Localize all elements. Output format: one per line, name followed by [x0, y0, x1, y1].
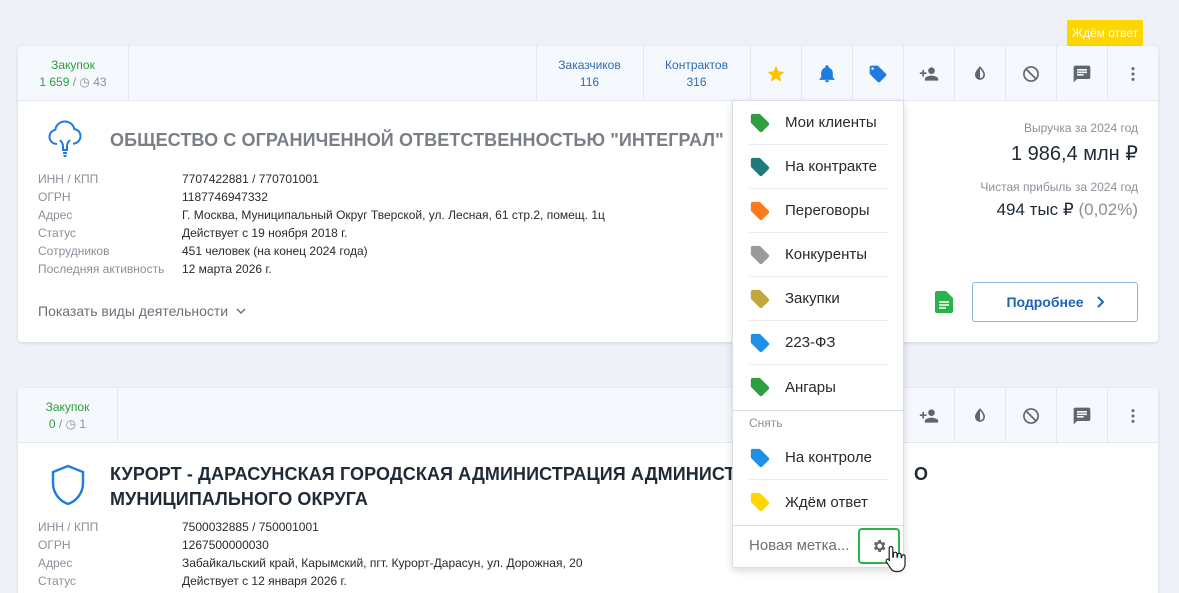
- info-row: Статус Действует с 19 ноября 2018 г.: [38, 226, 348, 240]
- star-icon: [767, 65, 785, 82]
- purchases-stat[interactable]: Закупок 1 659 / ◷ 43: [18, 46, 128, 101]
- company-card-integral: Закупок 1 659 / ◷ 43 Заказчиков 116 Конт…: [18, 46, 1158, 342]
- info-row: Последняя активность 12 марта 2026 г.: [38, 262, 272, 276]
- tag-item-waiting-reply[interactable]: Ждём ответ: [749, 480, 889, 524]
- customers-label: Заказчиков: [558, 57, 621, 72]
- show-activities-toggle[interactable]: Показать виды деятельности: [38, 303, 246, 319]
- comment-button[interactable]: [1056, 388, 1107, 443]
- tags-button[interactable]: [852, 46, 903, 101]
- tag-icon: [750, 289, 770, 308]
- favorite-button[interactable]: [750, 46, 801, 101]
- profit-value: 494 тыс ₽: [996, 200, 1074, 219]
- person-add-icon: [919, 66, 939, 81]
- lightbulb-cloud-icon: [48, 118, 82, 169]
- tag-dropdown-menu: Мои клиенты На контракте Переговоры Конк…: [732, 100, 904, 568]
- chevron-right-icon: [1096, 296, 1104, 308]
- tag-item-my-clients[interactable]: Мои клиенты: [749, 101, 889, 145]
- info-row: ОГРН 1187746947332: [38, 190, 268, 204]
- more-menu-button[interactable]: [1107, 388, 1158, 443]
- contracts-label: Контрактов: [665, 57, 728, 72]
- status-badge-waiting: Ждём ответ: [1067, 20, 1143, 46]
- add-person-button[interactable]: [903, 46, 954, 101]
- contracts-value: 316: [686, 74, 707, 89]
- more-vert-icon: [1131, 66, 1135, 81]
- company-title[interactable]: ОБЩЕСТВО С ОГРАНИЧЕННОЙ ОТВЕТСТВЕННОСТЬЮ…: [110, 128, 724, 153]
- customers-value: 116: [579, 74, 600, 89]
- purchases-label: Закупок: [51, 57, 95, 72]
- notifications-button[interactable]: [801, 46, 852, 101]
- tag-icon: [750, 113, 770, 132]
- purchases-value: 1 659: [39, 74, 70, 89]
- new-tag-link[interactable]: Новая метка...: [749, 537, 849, 554]
- info-row: Адрес Забайкальский край, Карымский, пгт.…: [38, 556, 583, 570]
- tag-icon: [750, 492, 770, 512]
- tag-item-223fz[interactable]: 223-ФЗ: [749, 321, 889, 365]
- contracts-stat[interactable]: Контрактов 316: [643, 46, 750, 101]
- info-row: Сотрудников 451 человек (на конец 2024 го…: [38, 244, 368, 258]
- clock-icon: ◷: [65, 416, 77, 431]
- company-card-kurort: Закупок 0 / ◷ 1 КУРОРТ - ДАРАСУНСКАЯ ГОР…: [18, 388, 1158, 593]
- contrast-icon: [975, 65, 985, 80]
- profit-percent: (0,02%): [1078, 200, 1138, 219]
- chevron-down-icon: [236, 308, 246, 315]
- block-button[interactable]: [1005, 388, 1056, 443]
- info-row: Статус Действует с 12 января 2026 г.: [38, 574, 347, 588]
- tag-item-negotiations[interactable]: Переговоры: [749, 189, 889, 233]
- tag-icon: [750, 377, 770, 397]
- profit-label: Чистая прибыль за 2024 год: [980, 180, 1138, 194]
- details-button[interactable]: Подробнее: [972, 282, 1138, 322]
- bell-icon: [819, 64, 835, 82]
- profit-value-line: 494 тыс ₽ (0,02%): [980, 200, 1138, 220]
- more-vert-icon: [1131, 408, 1135, 423]
- tag-item-purchases[interactable]: Закупки: [749, 277, 889, 321]
- block-icon: [1023, 407, 1039, 424]
- comment-icon: [1073, 65, 1091, 82]
- clock-icon: ◷: [79, 74, 90, 89]
- document-icon[interactable]: [935, 291, 953, 318]
- tag-icon: [750, 448, 770, 467]
- shield-icon: [50, 464, 86, 511]
- tag-icon: [750, 157, 770, 176]
- more-menu-button[interactable]: [1107, 46, 1158, 101]
- purchases-stat[interactable]: Закупок 0 / ◷ 1: [18, 388, 117, 443]
- customers-stat[interactable]: Заказчиков 116: [536, 46, 643, 101]
- info-row: Адрес Г. Москва, Муниципальный Округ Твер…: [38, 208, 605, 222]
- tag-icon: [750, 245, 770, 264]
- block-button[interactable]: [1005, 46, 1056, 101]
- purchases-pending: 43: [93, 74, 107, 89]
- comment-icon: [1073, 407, 1091, 424]
- info-row: ИНН / КПП 7500032885 / 750001001: [38, 520, 319, 534]
- revenue-label: Выручка за 2024 год: [1023, 121, 1138, 135]
- tag-item-hangars[interactable]: Ангары: [749, 365, 889, 409]
- tag-item-on-control[interactable]: На контроле: [749, 436, 889, 480]
- tag-item-competitors[interactable]: Конкуренты: [749, 233, 889, 277]
- remove-tags-header: Снять: [749, 416, 783, 430]
- contrast-icon: [975, 407, 985, 422]
- info-row: ОГРН 1267500000030: [38, 538, 269, 552]
- add-person-button[interactable]: [903, 388, 954, 443]
- tag-icon: [750, 333, 770, 352]
- block-icon: [1023, 65, 1039, 82]
- comment-button[interactable]: [1056, 46, 1107, 101]
- contrast-button[interactable]: [954, 46, 1005, 101]
- revenue-block: Выручка за 2024 год 1 986,4 млн ₽ Чистая…: [980, 121, 1138, 220]
- contrast-button[interactable]: [954, 388, 1005, 443]
- tag-icon: [750, 201, 770, 220]
- company-info: ИНН / КПП 7707422881 / 770701001 ОГРН 1187…: [38, 170, 605, 278]
- tag-item-on-contract[interactable]: На контракте: [749, 145, 889, 189]
- info-row: ИНН / КПП 7707422881 / 770701001: [38, 172, 319, 186]
- tag-icon: [869, 65, 887, 82]
- person-add-icon: [919, 408, 939, 423]
- company-info: ИНН / КПП 7500032885 / 750001001 ОГРН 1267…: [38, 518, 583, 590]
- revenue-value: 1 986,4 млн ₽: [1010, 143, 1138, 165]
- card-topbar: Закупок 1 659 / ◷ 43 Заказчиков 116 Конт…: [18, 46, 1158, 101]
- card-topbar: Закупок 0 / ◷ 1: [18, 388, 1158, 443]
- hand-cursor-icon: [884, 544, 906, 579]
